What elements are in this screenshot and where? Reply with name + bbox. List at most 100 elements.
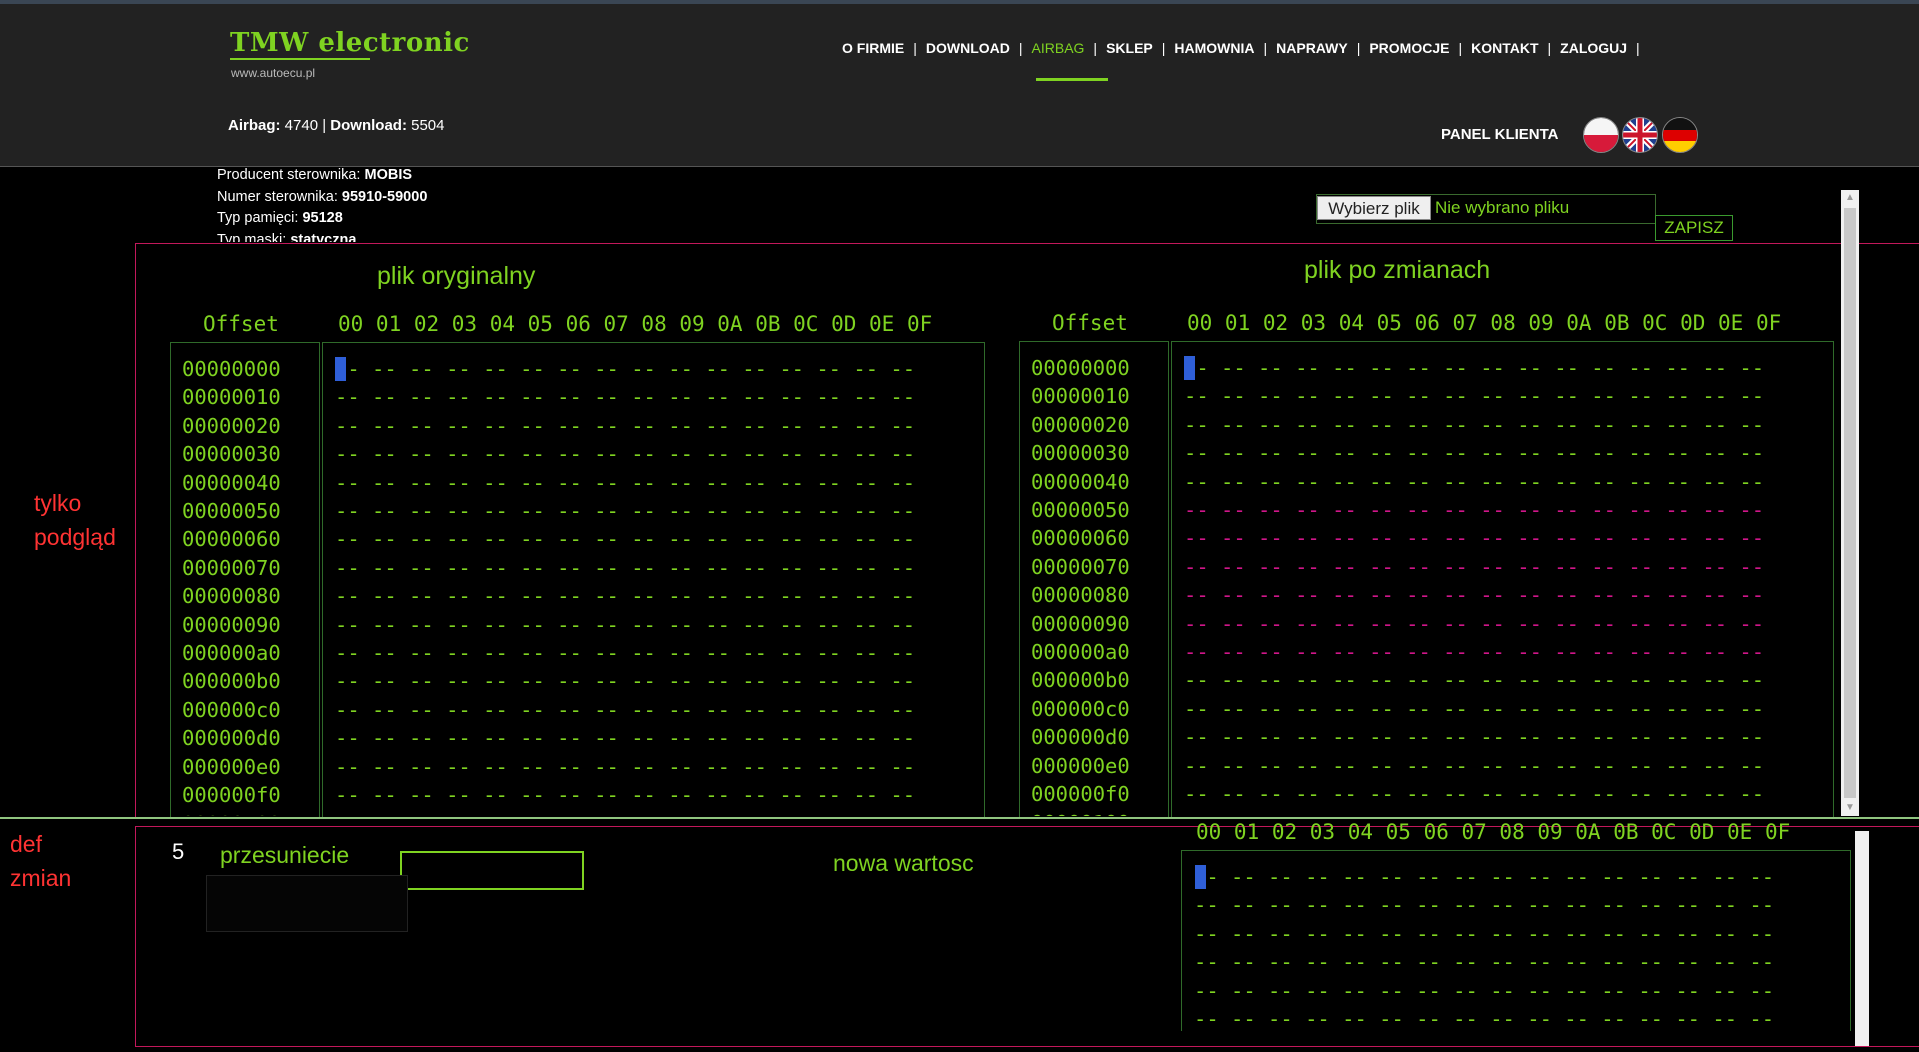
nav-sklep[interactable]: SKLEP <box>1106 40 1153 56</box>
section-divider <box>0 817 1919 819</box>
nav-promocje[interactable]: PROMOCJE <box>1369 40 1449 56</box>
nav-separator: | <box>1093 40 1098 56</box>
scroll-down-icon[interactable]: ▼ <box>1841 800 1859 816</box>
hex-row[interactable]: -- -- -- -- -- -- -- -- -- -- -- -- -- -… <box>335 781 915 809</box>
hex-row[interactable]: -- -- -- -- -- -- -- -- -- -- -- -- -- -… <box>335 667 915 695</box>
hex-row[interactable]: -- -- -- -- -- -- -- -- -- -- -- -- -- -… <box>1184 723 1764 751</box>
uk-flag-icon[interactable] <box>1622 117 1658 153</box>
preview-only-label-line2: podgląd <box>34 524 116 550</box>
hex-row[interactable]: -- -- -- -- -- -- -- -- -- -- -- -- -- -… <box>335 469 915 497</box>
site-header: TMW electronic www.autoecu.pl O FIRMIE | D… <box>0 4 1919 167</box>
nav-download[interactable]: DOWNLOAD <box>926 40 1010 56</box>
hex-row[interactable]: -- -- -- -- -- -- -- -- -- -- -- -- -- -… <box>1184 610 1764 638</box>
modified-column-header: 00 01 02 03 04 05 06 07 08 09 0A 0B 0C 0… <box>1187 311 1782 335</box>
hex-row[interactable]: -- -- -- -- -- -- -- -- -- -- -- -- -- -… <box>1184 524 1764 552</box>
hex-row[interactable]: -- -- -- -- -- -- -- -- -- -- -- -- -- -… <box>1184 752 1764 780</box>
producer-value: MOBIS <box>364 167 413 183</box>
hex-row[interactable]: -- -- -- -- -- -- -- -- -- -- -- -- -- -… <box>335 525 915 553</box>
hex-row[interactable]: -- -- -- -- -- -- -- -- -- -- -- -- -- -… <box>1184 553 1764 581</box>
save-button[interactable]: ZAPISZ <box>1655 215 1733 241</box>
logo[interactable]: TMW electronic <box>230 28 470 58</box>
hex-row[interactable]: -- -- -- -- -- -- -- -- -- -- -- -- -- -… <box>335 611 915 639</box>
hex-row[interactable]: -- -- -- -- -- -- -- -- -- -- -- -- -- -… <box>1194 1005 1774 1031</box>
hex-row[interactable]: -- -- -- -- -- -- -- -- -- -- -- -- -- -… <box>335 696 915 724</box>
original-caret <box>335 357 346 381</box>
shift-suggestions <box>206 875 408 932</box>
hex-row[interactable]: -- -- -- -- -- -- -- -- -- -- -- -- -- -… <box>1194 863 1774 891</box>
airbag-count-label: Airbag: <box>228 117 281 134</box>
controller-info: Producent sterownika: MOBIS Numer sterow… <box>217 165 427 242</box>
changes-definition-line2: zmian <box>10 865 72 891</box>
hex-row[interactable]: -- -- -- -- -- -- -- -- -- -- -- -- -- -… <box>1184 666 1764 694</box>
hex-row[interactable]: -- -- -- -- -- -- -- -- -- -- -- -- -- -… <box>1194 891 1774 919</box>
choose-file-button[interactable]: Wybierz plik <box>1317 196 1431 220</box>
modified-hex-area[interactable]: -- -- -- -- -- -- -- -- -- -- -- -- -- -… <box>1172 342 1832 816</box>
nav-kontakt[interactable]: KONTAKT <box>1471 40 1538 56</box>
original-offset-header: Offset <box>203 312 279 336</box>
hex-row[interactable]: -- -- -- -- -- -- -- -- -- -- -- -- -- -… <box>1184 468 1764 496</box>
changes-scrollbar[interactable] <box>1855 831 1869 1046</box>
original-offset-list[interactable]: 00000000 00000010 00000020 00000030 0000… <box>171 343 318 816</box>
nav-separator: | <box>1356 40 1361 56</box>
hex-row[interactable]: -- -- -- -- -- -- -- -- -- -- -- -- -- -… <box>1184 354 1764 382</box>
hex-row[interactable]: -- -- -- -- -- -- -- -- -- -- -- -- -- -… <box>335 440 915 468</box>
hex-row[interactable]: -- -- -- -- -- -- -- -- -- -- -- -- -- -… <box>1184 695 1764 723</box>
original-column-header: 00 01 02 03 04 05 06 07 08 09 0A 0B 0C 0… <box>338 312 933 336</box>
new-value-hex-area[interactable]: -- -- -- -- -- -- -- -- -- -- -- -- -- -… <box>1182 851 1849 1031</box>
hex-row[interactable]: -- -- -- -- -- -- -- -- -- -- -- -- -- -… <box>1184 496 1764 524</box>
modified-offset-list[interactable]: 00000000 00000010 00000020 00000030 0000… <box>1020 342 1167 816</box>
nav-hamownia[interactable]: HAMOWNIA <box>1174 40 1254 56</box>
hex-row[interactable]: -- -- -- -- -- -- -- -- -- -- -- -- -- -… <box>1184 809 1764 817</box>
memory-label: Typ pamięci: <box>217 210 299 226</box>
nav-airbag[interactable]: AIRBAG <box>1032 40 1085 56</box>
hex-row[interactable]: -- -- -- -- -- -- -- -- -- -- -- -- -- -… <box>335 582 915 610</box>
modified-hex-rows: -- -- -- -- -- -- -- -- -- -- -- -- -- -… <box>1184 354 1764 816</box>
hex-row[interactable]: -- -- -- -- -- -- -- -- -- -- -- -- -- -… <box>1184 780 1764 808</box>
hex-row[interactable]: -- -- -- -- -- -- -- -- -- -- -- -- -- -… <box>1184 439 1764 467</box>
hex-row[interactable]: -- -- -- -- -- -- -- -- -- -- -- -- -- -… <box>1194 920 1774 948</box>
nav-o-firmie[interactable]: O FIRMIE <box>842 40 904 56</box>
new-value-hex-rows: -- -- -- -- -- -- -- -- -- -- -- -- -- -… <box>1194 863 1774 1031</box>
hex-row[interactable]: -- -- -- -- -- -- -- -- -- -- -- -- -- -… <box>335 554 915 582</box>
scroll-up-icon[interactable]: ▲ <box>1841 190 1859 206</box>
new-value-caret <box>1195 865 1206 889</box>
scroll-thumb[interactable] <box>1844 208 1856 798</box>
hex-row[interactable]: -- -- -- -- -- -- -- -- -- -- -- -- -- -… <box>1184 581 1764 609</box>
shift-input[interactable] <box>400 851 584 890</box>
hex-row[interactable]: -- -- -- -- -- -- -- -- -- -- -- -- -- -… <box>1184 638 1764 666</box>
de-flag-icon[interactable] <box>1662 117 1698 153</box>
preview-only-label-line1: tylko <box>34 490 82 516</box>
hex-row[interactable]: -- -- -- -- -- -- -- -- -- -- -- -- -- -… <box>335 810 915 817</box>
hex-row[interactable]: -- -- -- -- -- -- -- -- -- -- -- -- -- -… <box>335 355 915 383</box>
hex-row[interactable]: -- -- -- -- -- -- -- -- -- -- -- -- -- -… <box>335 724 915 752</box>
download-count-label: Download: <box>330 117 407 134</box>
nav-zaloguj[interactable]: ZALOGUJ <box>1560 40 1627 56</box>
hex-row[interactable]: -- -- -- -- -- -- -- -- -- -- -- -- -- -… <box>1184 411 1764 439</box>
number-value: 95910-59000 <box>341 188 428 205</box>
preview-scrollbar[interactable]: ▲ ▼ <box>1841 190 1859 816</box>
hex-row[interactable]: -- -- -- -- -- -- -- -- -- -- -- -- -- -… <box>1194 977 1774 1005</box>
hex-row[interactable]: -- -- -- -- -- -- -- -- -- -- -- -- -- -… <box>335 639 915 667</box>
nav-separator: | <box>1263 40 1268 56</box>
nav-naprawy[interactable]: NAPRAWY <box>1276 40 1348 56</box>
client-panel-link[interactable]: PANEL KLIENTA <box>1441 126 1559 143</box>
modified-offset-header: Offset <box>1052 311 1128 335</box>
active-nav-underline <box>1036 78 1108 81</box>
counts-separator: | <box>322 117 327 134</box>
hex-row[interactable]: -- -- -- -- -- -- -- -- -- -- -- -- -- -… <box>335 412 915 440</box>
hex-row[interactable]: -- -- -- -- -- -- -- -- -- -- -- -- -- -… <box>1184 382 1764 410</box>
modified-offsets: 00000000 00000010 00000020 00000030 0000… <box>1031 356 1130 816</box>
nav-separator: | <box>1636 40 1640 56</box>
changes-count: 5 <box>172 839 185 864</box>
hex-row[interactable]: -- -- -- -- -- -- -- -- -- -- -- -- -- -… <box>1194 948 1774 976</box>
hex-row[interactable]: -- -- -- -- -- -- -- -- -- -- -- -- -- -… <box>335 497 915 525</box>
number-row: Numer sterownika: 95910-59000 <box>217 187 427 209</box>
hex-row[interactable]: -- -- -- -- -- -- -- -- -- -- -- -- -- -… <box>335 383 915 411</box>
original-hex-area[interactable]: -- -- -- -- -- -- -- -- -- -- -- -- -- -… <box>323 343 983 816</box>
original-hex-rows: -- -- -- -- -- -- -- -- -- -- -- -- -- -… <box>335 355 915 816</box>
download-count-value: 5504 <box>411 117 445 134</box>
hex-row[interactable]: -- -- -- -- -- -- -- -- -- -- -- -- -- -… <box>335 753 915 781</box>
number-label: Numer sterownika: <box>217 188 338 205</box>
pl-flag-icon[interactable] <box>1583 117 1619 153</box>
producer-label: Producent sterownika: <box>217 167 361 183</box>
